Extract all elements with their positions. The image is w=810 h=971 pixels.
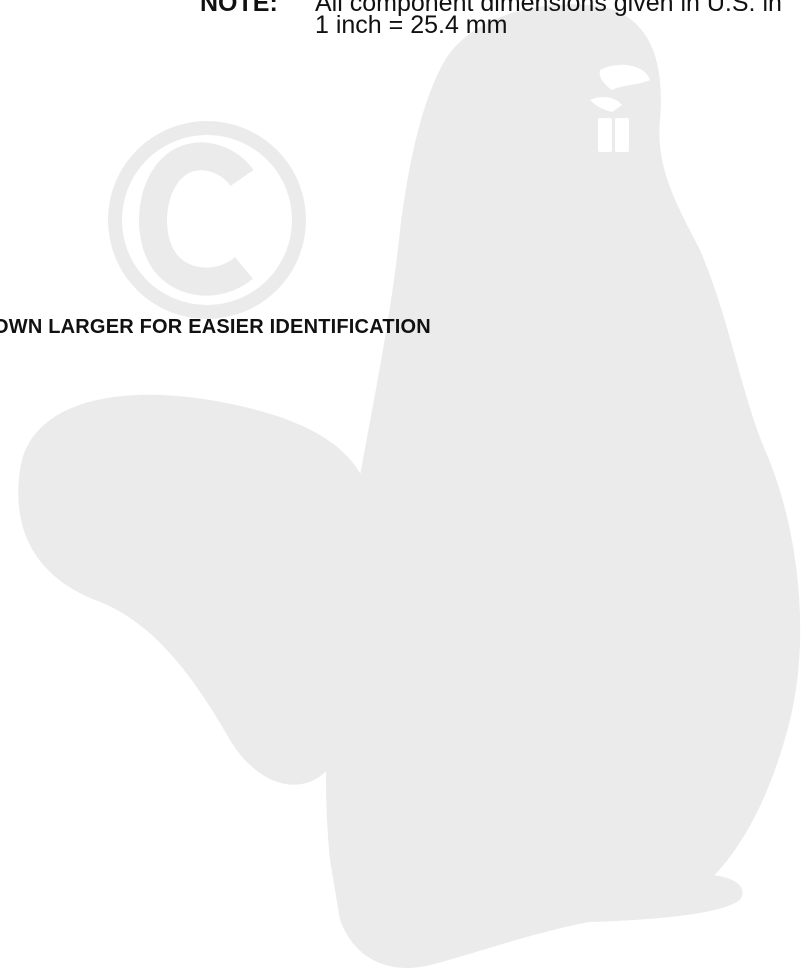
note-label: NOTE: <box>200 0 278 17</box>
unit-conversion-text: 1 inch = 25.4 mm <box>315 11 508 39</box>
beaver-watermark-icon <box>18 4 801 968</box>
section-heading: OWN LARGER FOR EASIER IDENTIFICATION <box>0 316 431 338</box>
